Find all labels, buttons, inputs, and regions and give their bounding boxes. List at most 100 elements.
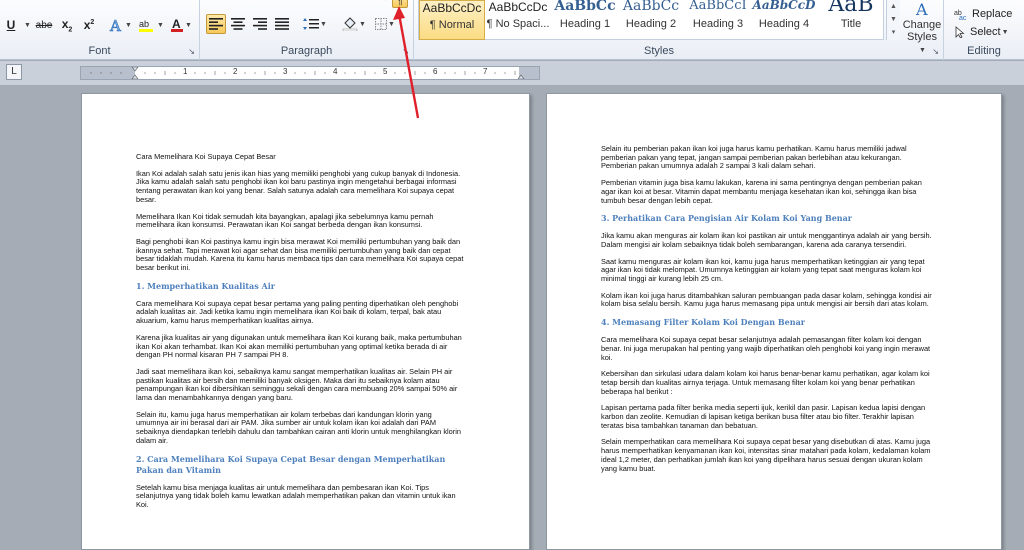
paragraph: Kebersihan dan sirkulasi udara dalam kol… [601, 369, 930, 396]
paragraph: Kolam ikan koi juga harus ditambahkan sa… [601, 290, 932, 309]
font-color-button[interactable]: A ▼ [168, 15, 194, 35]
text-effects-button[interactable]: A ▼ [108, 15, 132, 35]
gallery-up-icon[interactable]: ▲ [887, 0, 900, 13]
page-1-content[interactable]: Cara Memelihara Koi Supaya Cepat Besar I… [136, 152, 466, 518]
ruler-number: 7 [483, 67, 488, 76]
styles-gallery: AaBbCcDc ¶ Normal AaBbCcDc ¶ No Spaci...… [418, 0, 884, 40]
borders-icon [375, 18, 388, 30]
font-group: U ▼ abe x2 x2 A ▼ ab ▼ A ▼ Font ↘ [0, 0, 200, 60]
style-heading-2[interactable]: AaBbCc Heading 2 [618, 0, 684, 40]
section-heading: 3. Perhatikan Cara Pengisian Air Kolam K… [601, 213, 853, 224]
style-title[interactable]: AaB Title [818, 0, 884, 40]
style-preview: AaBbCcD [752, 0, 816, 12]
replace-icon: abac [954, 10, 967, 20]
cursor-arrow-icon [955, 26, 965, 38]
line-spacing-button[interactable]: ▼ [302, 14, 328, 34]
align-center-button[interactable] [228, 14, 248, 34]
horizontal-ruler[interactable]: 1 2 3 4 5 6 7 [80, 66, 540, 80]
ribbon: U ▼ abe x2 x2 A▼ ab▼ A▼ Font ↘ ▼ Z↓ ¶ [0, 0, 1024, 60]
style-preview: AaB [828, 0, 874, 17]
first-line-indent-marker[interactable] [131, 67, 139, 72]
style-name: Title [840, 18, 862, 30]
line-spacing-icon [303, 18, 320, 30]
paint-bucket-icon [342, 17, 358, 31]
paragraph-dialog-launcher-icon[interactable]: ↘ [402, 47, 409, 56]
svg-text:A: A [172, 17, 181, 31]
paragraph: Cara memelihara Koi supaya cepat besar s… [601, 335, 931, 362]
tab-selector[interactable]: L [6, 64, 22, 80]
style-name: Heading 4 [758, 18, 810, 30]
editing-group-label: Editing [967, 45, 1001, 57]
ruler-number: 5 [383, 67, 388, 76]
style-heading-3[interactable]: AaBbCcI Heading 3 [685, 0, 751, 40]
justify-icon [275, 18, 289, 30]
document-page-1[interactable]: Cara Memelihara Koi Supaya Cepat Besar I… [81, 93, 530, 550]
font-dialog-launcher-icon[interactable]: ↘ [188, 47, 195, 56]
style-name: Heading 3 [692, 18, 744, 30]
replace-button[interactable]: ab ac Replace [954, 4, 1020, 24]
ruler-number: 4 [333, 67, 338, 76]
underline-button[interactable]: U [2, 15, 20, 35]
change-styles-button[interactable]: A Change Styles ▼ [902, 0, 942, 57]
align-center-icon [231, 18, 245, 30]
ruler-number: 2 [233, 67, 238, 76]
paragraph: Bagi penghobi ikan Koi pastinya kamu ing… [136, 236, 464, 273]
paragraph: Ikan Koi adalah salah satu jenis ikan hi… [136, 168, 461, 204]
style-name: ¶ Normal [429, 19, 475, 31]
document-page-2[interactable]: Selain itu pemberian pakan ikan koi juga… [546, 93, 1002, 550]
section-heading: 4. Memasang Filter Kolam Koi Dengan Bena… [601, 317, 805, 328]
ruler-row: L 1 2 3 4 5 6 7 [0, 61, 1024, 85]
paragraph: Saat kamu menguras air kolam ikan koi, k… [601, 256, 925, 284]
paragraph: Lapisan pertama pada filter berika media… [601, 403, 926, 430]
borders-button[interactable]: ▼ [374, 14, 396, 34]
style-preview: AaBbCc [622, 0, 680, 14]
section-heading: 2. Cara Memelihara Koi Supaya Cepat Besa… [136, 453, 446, 475]
ruler-number: 1 [183, 67, 188, 76]
underline-dropdown-icon[interactable]: ▼ [22, 15, 32, 35]
select-button[interactable]: Select ▼ [954, 22, 1020, 42]
paragraph: Selain itu pemberian pakan ikan koi juga… [601, 144, 907, 171]
gallery-down-icon[interactable]: ▼ [887, 13, 900, 26]
paragraph: Cara memelihara Koi supaya cepat besar p… [136, 298, 459, 326]
style-name: Heading 2 [625, 18, 677, 30]
style-heading-4[interactable]: AaBbCcD Heading 4 [751, 0, 817, 40]
ruler-number: 3 [283, 67, 288, 76]
sort-button[interactable]: Z↓ [376, 0, 390, 2]
paragraph: Selain memperhatikan cara memelihara Koi… [601, 437, 931, 473]
right-indent-marker[interactable] [517, 74, 525, 79]
style-heading-1[interactable]: AaBbCc Heading 1 [552, 0, 618, 40]
change-styles-label: Change Styles [902, 19, 942, 43]
hanging-indent-marker[interactable] [131, 74, 139, 79]
strikethrough-button[interactable]: abe [34, 15, 54, 35]
justify-button[interactable] [272, 14, 292, 34]
style-no-spacing[interactable]: AaBbCcDc ¶ No Spaci... [485, 0, 551, 40]
gallery-more-icon[interactable]: ▾ [887, 26, 900, 39]
paragraph: Selain itu, kamu juga harus memperhatika… [136, 409, 461, 445]
styles-gallery-scroll[interactable]: ▲ ▼ ▾ [886, 0, 900, 40]
align-right-icon [253, 18, 267, 30]
superscript-button[interactable]: x2 [80, 15, 98, 35]
style-preview: AaBbCc [554, 0, 616, 14]
style-normal[interactable]: AaBbCcDc ¶ Normal [419, 0, 485, 40]
align-right-button[interactable] [250, 14, 270, 34]
replace-label: Replace [972, 8, 1013, 20]
svg-text:A: A [915, 2, 928, 16]
style-name: Heading 1 [559, 18, 611, 30]
bullets-button[interactable]: ▼ [210, 0, 220, 2]
pilcrow-icon: ¶ [397, 0, 403, 7]
shading-button[interactable]: ▼ [340, 14, 368, 34]
document-title: Cara Memelihara Koi Supaya Cepat Besar [136, 152, 276, 161]
paragraph: Memelihara Ikan Koi tidak semudah kita b… [136, 211, 434, 230]
align-left-button[interactable] [206, 14, 226, 34]
highlight-button[interactable]: ab ▼ [138, 15, 164, 35]
page-2-content[interactable]: Selain itu pemberian pakan ikan koi juga… [601, 144, 933, 481]
style-preview: AaBbCcDc [488, 0, 548, 14]
subscript-button[interactable]: x2 [58, 15, 76, 35]
svg-text:A: A [109, 17, 121, 33]
editing-group: ab ac Replace Select ▼ Editing [944, 0, 1024, 60]
paragraph: Pemberian vitamin juga bisa kamu lakukan… [601, 178, 922, 205]
show-hide-formatting-button[interactable]: ¶ [392, 0, 408, 8]
paragraph-group: ▼ Z↓ ¶ ▼ ▼ ▼ Paragraph ↘ [200, 0, 414, 60]
svg-text:ac: ac [959, 15, 967, 20]
style-preview: AaBbCcI [689, 0, 747, 13]
